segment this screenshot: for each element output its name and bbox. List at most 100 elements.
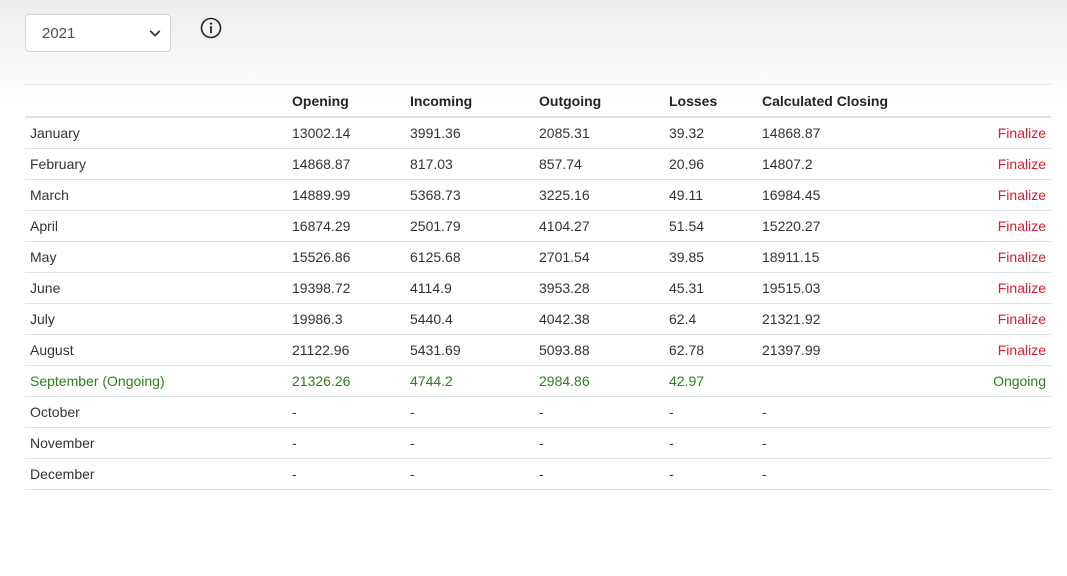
cell-opening: - <box>287 458 405 490</box>
cell-losses: 51.54 <box>664 210 757 242</box>
cell-closing: - <box>757 396 927 428</box>
cell-month: September (Ongoing) <box>25 365 287 397</box>
cell-outgoing: 4042.38 <box>534 303 664 335</box>
cell-losses: 62.78 <box>664 334 757 366</box>
finalize-link[interactable]: Finalize <box>998 280 1046 296</box>
info-icon[interactable] <box>200 17 222 39</box>
cell-outgoing: 857.74 <box>534 148 664 180</box>
table-row: January 13002.14 3991.36 2085.31 39.32 1… <box>25 117 1051 149</box>
cell-opening: 13002.14 <box>287 117 405 149</box>
table-row: February 14868.87 817.03 857.74 20.96 14… <box>25 148 1051 180</box>
cell-incoming: 3991.36 <box>405 117 534 149</box>
cell-month: August <box>25 334 287 366</box>
cell-closing: 21321.92 <box>757 303 927 335</box>
cell-month: November <box>25 427 287 459</box>
cell-outgoing: - <box>534 396 664 428</box>
cell-opening: 19986.3 <box>287 303 405 335</box>
finalize-link[interactable]: Finalize <box>998 249 1046 265</box>
table-row: May 15526.86 6125.68 2701.54 39.85 18911… <box>25 241 1051 273</box>
cell-outgoing: 2085.31 <box>534 117 664 149</box>
cell-action: Finalize <box>927 334 1051 366</box>
finalize-link[interactable]: Finalize <box>998 125 1046 141</box>
finalize-link[interactable]: Finalize <box>998 311 1046 327</box>
cell-month: March <box>25 179 287 211</box>
table-row: June 19398.72 4114.9 3953.28 45.31 19515… <box>25 272 1051 304</box>
page: 2021 Opening Incoming Outgoing Losses Ca… <box>0 0 1067 576</box>
finalize-link[interactable]: Finalize <box>998 156 1046 172</box>
cell-losses: 39.32 <box>664 117 757 149</box>
cell-losses: 45.31 <box>664 272 757 304</box>
cell-outgoing: 3225.16 <box>534 179 664 211</box>
finalize-link[interactable]: Finalize <box>998 187 1046 203</box>
cell-closing: - <box>757 458 927 490</box>
cell-opening: - <box>287 427 405 459</box>
finalize-link[interactable]: Finalize <box>998 342 1046 358</box>
year-select[interactable]: 2021 <box>25 14 171 52</box>
cell-losses: 62.4 <box>664 303 757 335</box>
inventory-month-table: Opening Incoming Outgoing Losses Calcula… <box>25 84 1051 490</box>
finalize-link[interactable]: Finalize <box>998 218 1046 234</box>
cell-losses: - <box>664 458 757 490</box>
cell-outgoing: 5093.88 <box>534 334 664 366</box>
cell-month: April <box>25 210 287 242</box>
ongoing-status-label: Ongoing <box>993 373 1046 389</box>
cell-opening: 21326.26 <box>287 365 405 397</box>
cell-incoming: 817.03 <box>405 148 534 180</box>
cell-closing: 14868.87 <box>757 117 927 149</box>
cell-opening: 15526.86 <box>287 241 405 273</box>
cell-incoming: 4114.9 <box>405 272 534 304</box>
cell-action: Finalize <box>927 210 1051 242</box>
cell-opening: 21122.96 <box>287 334 405 366</box>
header-opening: Opening <box>287 84 405 118</box>
cell-incoming: 5368.73 <box>405 179 534 211</box>
cell-opening: 14889.99 <box>287 179 405 211</box>
table-row: December - - - - - <box>25 458 1051 490</box>
header-incoming: Incoming <box>405 84 534 118</box>
cell-action: Finalize <box>927 179 1051 211</box>
cell-losses: 42.97 <box>664 365 757 397</box>
cell-opening: 14868.87 <box>287 148 405 180</box>
cell-action: Finalize <box>927 241 1051 273</box>
cell-closing: 19515.03 <box>757 272 927 304</box>
cell-outgoing: 3953.28 <box>534 272 664 304</box>
cell-incoming: - <box>405 396 534 428</box>
cell-losses: 39.85 <box>664 241 757 273</box>
cell-month: June <box>25 272 287 304</box>
header-month <box>25 84 287 118</box>
table-header-row: Opening Incoming Outgoing Losses Calcula… <box>25 84 1051 118</box>
header-outgoing: Outgoing <box>534 84 664 118</box>
cell-closing: - <box>757 427 927 459</box>
cell-opening: 19398.72 <box>287 272 405 304</box>
chevron-down-icon <box>149 30 161 37</box>
cell-month: May <box>25 241 287 273</box>
table-row: April 16874.29 2501.79 4104.27 51.54 152… <box>25 210 1051 242</box>
cell-action: Finalize <box>927 303 1051 335</box>
cell-losses: 49.11 <box>664 179 757 211</box>
table-row: August 21122.96 5431.69 5093.88 62.78 21… <box>25 334 1051 366</box>
header-action <box>927 84 1051 118</box>
table-row: October - - - - - <box>25 396 1051 428</box>
toolbar: 2021 <box>25 14 222 52</box>
cell-closing: 16984.45 <box>757 179 927 211</box>
cell-month: July <box>25 303 287 335</box>
cell-action: Finalize <box>927 117 1051 149</box>
cell-action <box>927 458 1051 490</box>
cell-outgoing: 2984.86 <box>534 365 664 397</box>
table-row: March 14889.99 5368.73 3225.16 49.11 169… <box>25 179 1051 211</box>
cell-closing: 18911.15 <box>757 241 927 273</box>
cell-closing: 15220.27 <box>757 210 927 242</box>
header-losses: Losses <box>664 84 757 118</box>
cell-month: October <box>25 396 287 428</box>
cell-losses: - <box>664 396 757 428</box>
table-row: November - - - - - <box>25 427 1051 459</box>
cell-opening: - <box>287 396 405 428</box>
cell-opening: 16874.29 <box>287 210 405 242</box>
header-calculated-closing: Calculated Closing <box>757 84 927 118</box>
cell-action: Finalize <box>927 272 1051 304</box>
cell-month: January <box>25 117 287 149</box>
cell-outgoing: 4104.27 <box>534 210 664 242</box>
cell-incoming: 2501.79 <box>405 210 534 242</box>
cell-action <box>927 396 1051 428</box>
cell-incoming: 5440.4 <box>405 303 534 335</box>
cell-month: December <box>25 458 287 490</box>
